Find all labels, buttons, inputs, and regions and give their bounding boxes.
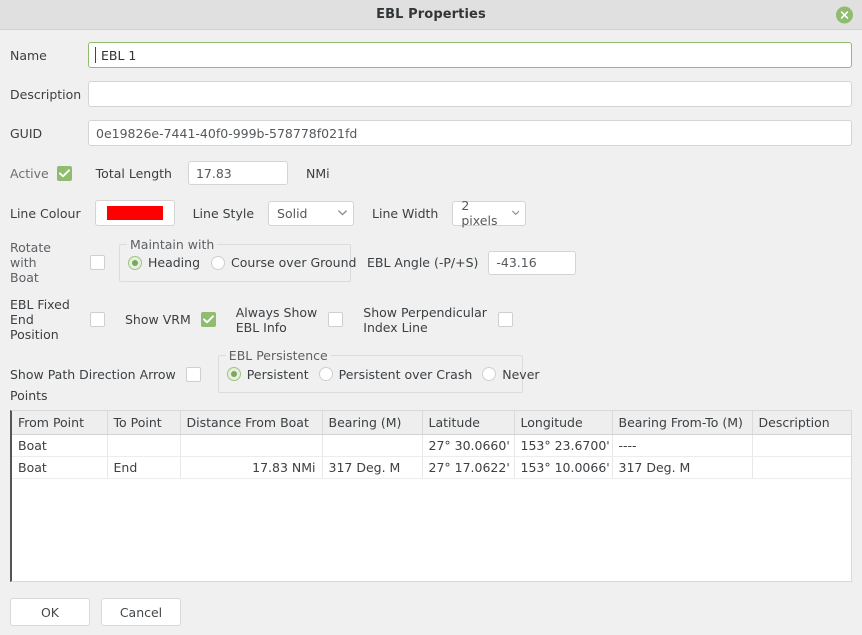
cell-latitude: 27° 30.0660' S [422,434,515,457]
persistence-persistent-label: Persistent [246,366,309,382]
always-show-ebl-info-label: Always Show EBL Info [235,304,318,335]
points-table-header-row: From Point To Point Distance From Boat B… [12,411,851,435]
cell-from-point: Boat [12,434,108,457]
persistence-never-label: Never [502,366,540,382]
line-style-label: Line Style [192,205,255,221]
cell-bearing-m [322,434,423,457]
maintain-with-heading-label: Heading [148,255,201,270]
column-header-longitude[interactable]: Longitude [514,411,613,435]
cell-longitude: 153° 23.6700' E [514,434,613,457]
column-header-to-point[interactable]: To Point [107,411,181,435]
line-colour-swatch [106,206,163,220]
name-input[interactable]: EBL 1 [88,42,852,68]
total-length-label: Total Length [95,165,172,181]
persistence-over-crash-label: Persistent over Crash [338,366,473,382]
column-header-description[interactable]: Description [752,411,851,435]
maintain-with-cog-label: Course over Ground [231,255,357,270]
dialog-footer: OK Cancel [10,598,181,626]
maintain-with-title: Maintain with [127,236,218,252]
line-style-row: Line Colour Line Style Solid Line Width … [10,198,852,228]
line-colour-button[interactable] [94,200,175,226]
ok-button[interactable]: OK [10,598,90,626]
rotate-with-boat-label: Rotate with Boat [10,240,51,285]
dialog-body: Name EBL 1 Description GUID 0e19826e-744… [0,42,862,393]
show-path-direction-arrow-checkbox[interactable] [185,366,201,382]
column-header-latitude[interactable]: Latitude [422,411,515,435]
active-checkbox[interactable] [56,165,72,181]
line-style-value: Solid [277,205,308,221]
line-width-select[interactable]: 2 pixels [452,198,527,228]
guid-row: GUID 0e19826e-7441-40f0-999b-578778f021f… [10,120,852,146]
column-header-bearing-from-to-m[interactable]: Bearing From-To (M) [612,411,753,435]
cell-description [752,434,851,457]
line-width-label: Line Width [372,205,439,221]
persistence-over-crash-radio[interactable] [318,367,333,381]
table-row[interactable]: Boat End 17.83 NMi 317 Deg. M 27° 17.062… [12,456,851,479]
show-vrm-checkbox[interactable] [200,312,216,327]
maintain-with-heading-radio[interactable] [128,255,142,270]
show-vrm-label: Show VRM [125,312,191,327]
toggles-row: EBL Fixed End Position Show VRM Always S… [10,297,852,342]
persistence-never-radio[interactable] [482,367,497,381]
name-row: Name EBL 1 [10,42,852,68]
points-table[interactable]: From Point To Point Distance From Boat B… [10,410,852,582]
window-title-bar: EBL Properties [0,0,862,30]
show-perpendicular-index-line-checkbox[interactable] [497,312,513,327]
line-width-value: 2 pixels [461,198,498,228]
table-row[interactable]: Boat 27° 30.0660' S 153° 23.6700' E ---- [12,434,851,457]
total-length-input[interactable]: 17.83 [187,161,288,185]
ebl-fixed-end-position-label: EBL Fixed End Position [10,297,70,342]
cell-to-point [107,434,181,457]
always-show-ebl-info-checkbox[interactable] [328,312,344,327]
show-perpendicular-index-line-label: Show Perpendicular Index Line [363,304,487,335]
ebl-fixed-end-position-checkbox[interactable] [90,312,105,327]
ebl-persistence-title: EBL Persistence [225,348,331,363]
column-header-bearing-m[interactable]: Bearing (M) [322,411,423,435]
description-row: Description [10,81,852,107]
cell-longitude: 153° 10.0066' E [514,456,613,479]
cell-description [752,456,851,479]
show-path-direction-arrow-label: Show Path Direction Arrow [10,366,176,382]
cell-to-point: End [107,456,181,479]
guid-input[interactable]: 0e19826e-7441-40f0-999b-578778f021fd [88,120,852,146]
guid-label: GUID [10,125,43,141]
ebl-angle-input[interactable]: -43.16 [488,250,577,275]
column-header-from-point[interactable]: From Point [12,411,108,435]
cell-from-point: Boat [12,456,108,479]
cell-latitude: 27° 17.0622' S [422,456,515,479]
rotate-with-boat-checkbox[interactable] [90,255,105,270]
rotate-maintain-row: Rotate with Boat Maintain with Heading C… [10,236,852,285]
cell-bearing-from-to-m: ---- [612,434,753,457]
chevron-down-icon [511,210,520,216]
persistence-row: Show Path Direction Arrow EBL Persistenc… [10,348,852,393]
cell-distance-from-boat: 17.83 NMi [180,456,323,479]
close-icon[interactable] [836,6,853,23]
cell-bearing-from-to-m: 317 Deg. M [612,456,753,479]
line-style-select[interactable]: Solid [268,200,355,226]
active-label: Active [10,165,49,181]
window-title: EBL Properties [376,7,486,22]
points-section-label: Points [10,388,48,403]
column-header-distance-from-boat[interactable]: Distance From Boat [180,411,323,435]
name-label: Name [10,47,47,63]
line-colour-label: Line Colour [10,205,81,221]
description-input[interactable] [88,81,852,107]
persistence-persistent-radio[interactable] [226,367,241,381]
ebl-persistence-group: EBL Persistence Persistent Persistent ov… [217,348,540,393]
cancel-button[interactable]: Cancel [101,598,181,626]
description-label: Description [10,86,82,102]
active-length-row: Active Total Length 17.83 NMi [10,161,852,185]
maintain-with-cog-radio[interactable] [211,255,226,270]
maintain-with-group: Maintain with Heading Course over Ground [119,236,356,282]
cell-distance-from-boat [180,434,323,457]
total-length-unit: NMi [305,165,330,181]
chevron-down-icon [338,210,347,216]
cell-bearing-m: 317 Deg. M [322,456,423,479]
ebl-angle-label: EBL Angle (-P/+S) [367,255,479,270]
